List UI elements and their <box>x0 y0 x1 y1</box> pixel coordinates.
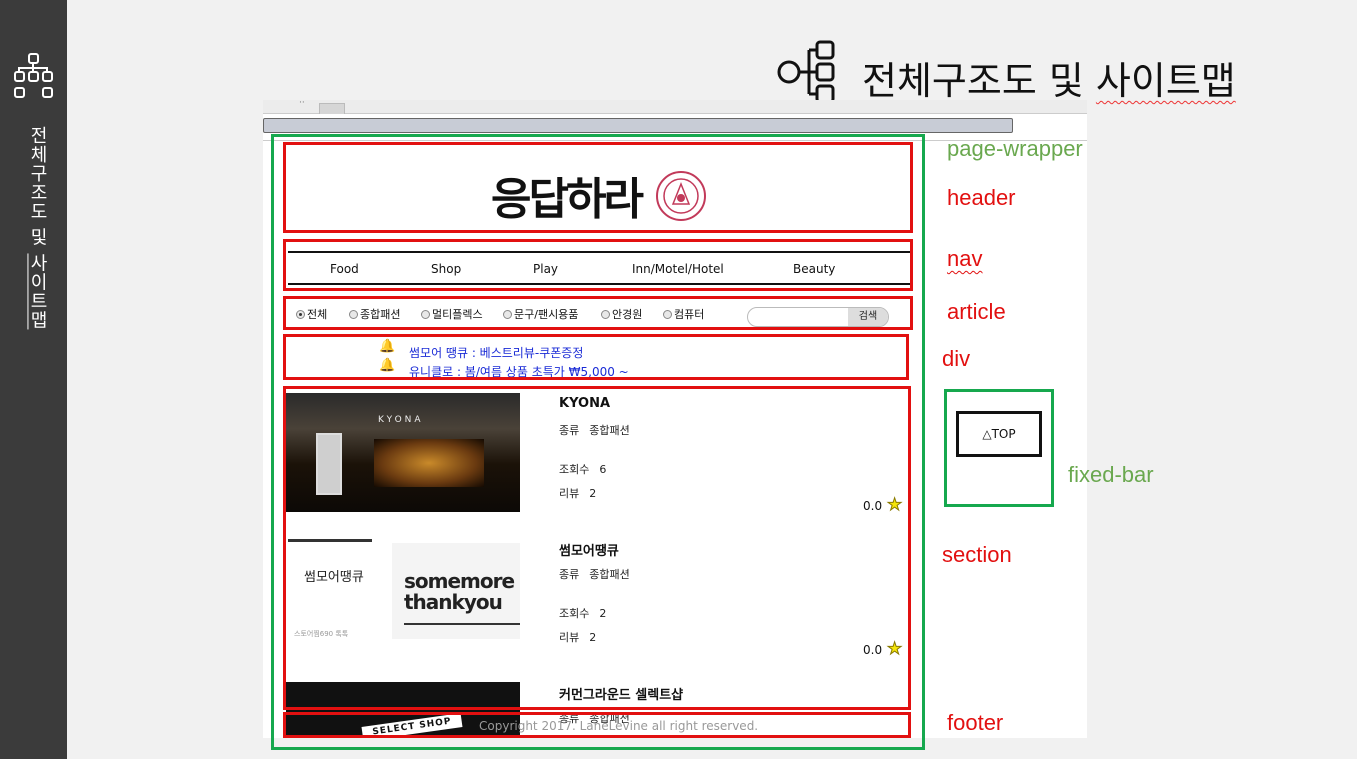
label-article: article <box>947 299 1006 324</box>
divider <box>288 539 372 542</box>
filter-stationery[interactable]: 문구/팬시용품 <box>503 306 578 322</box>
slide-sidebar: 전체구조도 및 사이트맵 <box>0 0 67 759</box>
bell-icon: 🔔 <box>379 339 396 354</box>
item-rating: 0.0 <box>863 643 883 657</box>
star-icon: ★ <box>886 495 903 516</box>
site-nav: Food Shop Play Inn/Motel/Hotel Beauty <box>288 251 910 285</box>
item-type: 종류 종합패션 <box>559 568 630 581</box>
radio-icon[interactable] <box>601 310 610 319</box>
address-bar[interactable] <box>263 118 1013 133</box>
label-page-wrapper: page-wrapper <box>947 136 1083 161</box>
label-nav: nav <box>947 246 983 271</box>
item-title[interactable]: 커먼그라운드 셀렉트샵 <box>559 684 683 703</box>
nav-item-inn[interactable]: Inn/Motel/Hotel <box>632 262 724 276</box>
nav-item-play[interactable]: Play <box>533 262 558 276</box>
item-reviews: 리뷰 2 <box>559 631 597 644</box>
filter-optician[interactable]: 안경원 <box>601 306 642 322</box>
star-icon: ★ <box>886 639 903 660</box>
brand-text: somemore thankyou <box>404 569 515 614</box>
item-reviews: 리뷰 2 <box>559 487 597 500</box>
tab-dots-icon: ·· <box>299 100 305 108</box>
search-input[interactable]: 검색 <box>747 307 889 327</box>
item-thumbnail[interactable]: KYONA <box>286 393 520 512</box>
radio-selected-icon[interactable] <box>296 310 305 319</box>
item-title[interactable]: KYONA <box>559 396 610 411</box>
nav-item-beauty[interactable]: Beauty <box>793 262 835 276</box>
browser-tab[interactable] <box>319 103 345 114</box>
sitemap-icon <box>777 40 835 104</box>
filter-computer[interactable]: 컴퓨터 <box>663 306 704 322</box>
label-section: section <box>942 542 1012 567</box>
item-title[interactable]: 썸모어땡큐 <box>559 540 619 559</box>
nav-item-food[interactable]: Food <box>330 262 359 276</box>
copyright-text: Copyright 2017. LaneLevine all right res… <box>479 719 759 733</box>
notice-link[interactable]: 유니클로 : 봄/여름 상품 초특가 ₩5,000 ~ <box>409 363 629 380</box>
thumb-banner: SELECT SHOP <box>361 713 463 738</box>
radio-icon[interactable] <box>421 310 430 319</box>
notice-link[interactable]: 썸모어 땡큐 : 베스트리뷰-쿠폰증정 <box>409 344 583 361</box>
top-button[interactable]: △TOP <box>956 411 1042 457</box>
item-views: 조회수 2 <box>559 607 607 620</box>
filter-multiplex[interactable]: 멀티플렉스 <box>421 306 483 322</box>
university-seal-icon <box>656 171 706 221</box>
label-footer: footer <box>947 710 1004 735</box>
label-fixed-bar: fixed-bar <box>1068 462 1154 487</box>
label-header: header <box>947 185 1016 210</box>
radio-icon[interactable] <box>349 310 358 319</box>
search-button[interactable]: 검색 <box>848 308 888 326</box>
bell-icon: 🔔 <box>379 358 396 373</box>
sitemap-icon <box>14 53 53 98</box>
door-graphic <box>316 433 342 495</box>
thumb-sign: KYONA <box>378 415 424 425</box>
thumb-name: 썸모어땡큐 <box>304 570 364 585</box>
thumb-mini-text: 스토어찜690 톡톡 <box>294 630 349 638</box>
radio-icon[interactable] <box>663 310 672 319</box>
item-views: 조회수 6 <box>559 463 607 476</box>
item-type: 종류 종합패션 <box>559 424 630 437</box>
radio-icon[interactable] <box>503 310 512 319</box>
item-thumbnail[interactable]: 썸모어땡큐 스토어찜690 톡톡 somemore thankyou <box>286 537 520 656</box>
side-title: 전체구조도 및 사이트맵 <box>27 126 48 330</box>
site-logo[interactable]: 응답하라 <box>491 163 644 227</box>
filter-all[interactable]: 전체 <box>296 306 327 322</box>
divider <box>404 623 520 625</box>
item-rating: 0.0 <box>863 499 883 513</box>
brand-card: somemore thankyou <box>392 543 520 639</box>
browser-tabstrip: ·· <box>263 100 1087 114</box>
shop-graphic <box>374 439 484 487</box>
page-title: 전체구조도 및 사이트맵 <box>862 59 1236 103</box>
filter-fashion[interactable]: 종합패션 <box>349 306 400 322</box>
nav-item-shop[interactable]: Shop <box>431 262 461 276</box>
label-div: div <box>942 346 971 371</box>
